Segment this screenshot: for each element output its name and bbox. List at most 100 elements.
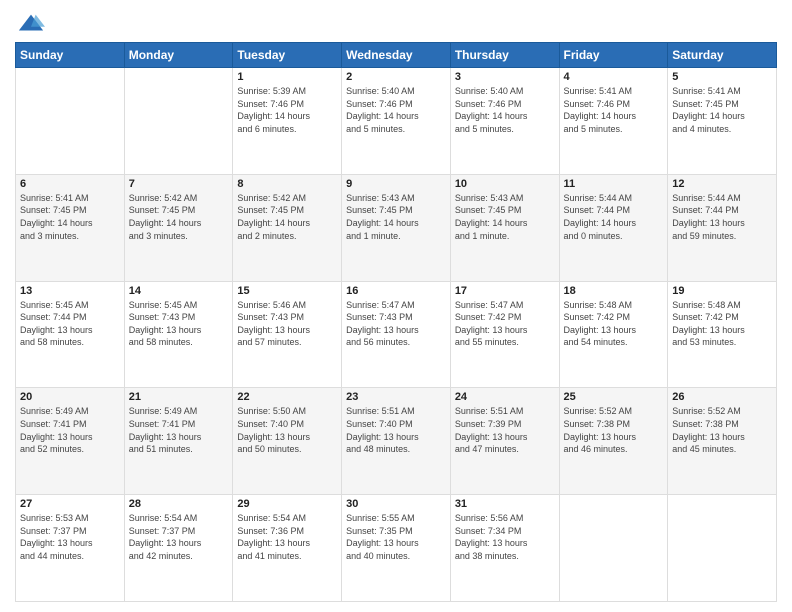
calendar-cell: 2 Sunrise: 5:40 AM Sunset: 7:46 PM Daylig… — [342, 68, 451, 175]
day-info: Sunrise: 5:52 AM Sunset: 7:38 PM Dayligh… — [564, 405, 664, 455]
day-info: Sunrise: 5:39 AM Sunset: 7:46 PM Dayligh… — [237, 85, 337, 135]
calendar-cell: 20Sunrise: 5:49 AM Sunset: 7:41 PM Dayli… — [16, 388, 125, 495]
day-info: Sunrise: 5:54 AM Sunset: 7:36 PM Dayligh… — [237, 512, 337, 562]
day-number: 1 — [237, 71, 337, 83]
day-number: 25 — [564, 391, 664, 403]
day-info: Sunrise: 5:51 AM Sunset: 7:40 PM Dayligh… — [346, 405, 446, 455]
day-number: 19 — [672, 285, 772, 297]
calendar-cell: 16 Sunrise: 5:47 AM Sunset: 7:43 PM Dayli… — [342, 281, 451, 388]
day-number: 23 — [346, 391, 446, 403]
day-number: 4 — [564, 71, 664, 83]
calendar-header-friday: Friday — [559, 43, 668, 68]
day-info: Sunrise: 5:55 AM Sunset: 7:35 PM Dayligh… — [346, 512, 446, 562]
day-number: 18 — [564, 285, 664, 297]
calendar-cell: 17 Sunrise: 5:47 AM Sunset: 7:42 PM Dayli… — [450, 281, 559, 388]
calendar-cell: 8 Sunrise: 5:42 AM Sunset: 7:45 PM Daylig… — [233, 174, 342, 281]
day-info: Sunrise: 5:41 AM Sunset: 7:46 PM Dayligh… — [564, 85, 664, 135]
day-info: Sunrise: 5:56 AM Sunset: 7:34 PM Dayligh… — [455, 512, 555, 562]
day-number: 8 — [237, 178, 337, 190]
day-info: Sunrise: 5:48 AM Sunset: 7:42 PM Dayligh… — [672, 299, 772, 349]
day-info: Sunrise: 5:48 AM Sunset: 7:42 PM Dayligh… — [564, 299, 664, 349]
day-number: 3 — [455, 71, 555, 83]
day-info: Sunrise: 5:51 AM Sunset: 7:39 PM Dayligh… — [455, 405, 555, 455]
calendar-cell: 11Sunrise: 5:44 AM Sunset: 7:44 PM Dayli… — [559, 174, 668, 281]
calendar-header-monday: Monday — [124, 43, 233, 68]
day-number: 31 — [455, 498, 555, 510]
calendar-cell: 9 Sunrise: 5:43 AM Sunset: 7:45 PM Daylig… — [342, 174, 451, 281]
day-number: 2 — [346, 71, 446, 83]
day-info: Sunrise: 5:43 AM Sunset: 7:45 PM Dayligh… — [346, 192, 446, 242]
day-info: Sunrise: 5:42 AM Sunset: 7:45 PM Dayligh… — [237, 192, 337, 242]
day-info: Sunrise: 5:40 AM Sunset: 7:46 PM Dayligh… — [455, 85, 555, 135]
calendar-cell: 18 Sunrise: 5:48 AM Sunset: 7:42 PM Dayli… — [559, 281, 668, 388]
day-number: 6 — [20, 178, 120, 190]
day-number: 16 — [346, 285, 446, 297]
day-number: 9 — [346, 178, 446, 190]
day-info: Sunrise: 5:45 AM Sunset: 7:43 PM Dayligh… — [129, 299, 229, 349]
day-number: 21 — [129, 391, 229, 403]
day-number: 30 — [346, 498, 446, 510]
calendar-cell: 23 Sunrise: 5:51 AM Sunset: 7:40 PM Dayli… — [342, 388, 451, 495]
calendar-cell: 28 Sunrise: 5:54 AM Sunset: 7:37 PM Dayli… — [124, 495, 233, 602]
day-info: Sunrise: 5:41 AM Sunset: 7:45 PM Dayligh… — [20, 192, 120, 242]
calendar-cell: 21Sunrise: 5:49 AM Sunset: 7:41 PM Dayli… — [124, 388, 233, 495]
calendar-header-saturday: Saturday — [668, 43, 777, 68]
day-number: 11 — [564, 178, 664, 190]
calendar-cell: 26 Sunrise: 5:52 AM Sunset: 7:38 PM Dayli… — [668, 388, 777, 495]
calendar-week-row: 1 Sunrise: 5:39 AM Sunset: 7:46 PM Daylig… — [16, 68, 777, 175]
calendar-cell: 30 Sunrise: 5:55 AM Sunset: 7:35 PM Dayli… — [342, 495, 451, 602]
day-info: Sunrise: 5:53 AM Sunset: 7:37 PM Dayligh… — [20, 512, 120, 562]
day-number: 7 — [129, 178, 229, 190]
page: SundayMondayTuesdayWednesdayThursdayFrid… — [0, 0, 792, 612]
calendar-cell — [124, 68, 233, 175]
day-number: 22 — [237, 391, 337, 403]
calendar-cell: 10Sunrise: 5:43 AM Sunset: 7:45 PM Dayli… — [450, 174, 559, 281]
day-info: Sunrise: 5:44 AM Sunset: 7:44 PM Dayligh… — [672, 192, 772, 242]
calendar-cell: 15Sunrise: 5:46 AM Sunset: 7:43 PM Dayli… — [233, 281, 342, 388]
calendar-cell — [16, 68, 125, 175]
calendar-cell: 1 Sunrise: 5:39 AM Sunset: 7:46 PM Daylig… — [233, 68, 342, 175]
calendar-table: SundayMondayTuesdayWednesdayThursdayFrid… — [15, 42, 777, 602]
day-info: Sunrise: 5:45 AM Sunset: 7:44 PM Dayligh… — [20, 299, 120, 349]
day-info: Sunrise: 5:42 AM Sunset: 7:45 PM Dayligh… — [129, 192, 229, 242]
calendar-cell — [559, 495, 668, 602]
calendar-cell — [668, 495, 777, 602]
calendar-cell: 24 Sunrise: 5:51 AM Sunset: 7:39 PM Dayli… — [450, 388, 559, 495]
calendar-cell: 6 Sunrise: 5:41 AM Sunset: 7:45 PM Daylig… — [16, 174, 125, 281]
calendar-header-row: SundayMondayTuesdayWednesdayThursdayFrid… — [16, 43, 777, 68]
calendar-week-row: 13 Sunrise: 5:45 AM Sunset: 7:44 PM Dayli… — [16, 281, 777, 388]
calendar-cell: 29 Sunrise: 5:54 AM Sunset: 7:36 PM Dayli… — [233, 495, 342, 602]
calendar-week-row: 27 Sunrise: 5:53 AM Sunset: 7:37 PM Dayli… — [16, 495, 777, 602]
day-info: Sunrise: 5:47 AM Sunset: 7:43 PM Dayligh… — [346, 299, 446, 349]
day-info: Sunrise: 5:50 AM Sunset: 7:40 PM Dayligh… — [237, 405, 337, 455]
day-info: Sunrise: 5:46 AM Sunset: 7:43 PM Dayligh… — [237, 299, 337, 349]
day-info: Sunrise: 5:52 AM Sunset: 7:38 PM Dayligh… — [672, 405, 772, 455]
calendar-cell: 4 Sunrise: 5:41 AM Sunset: 7:46 PM Daylig… — [559, 68, 668, 175]
day-info: Sunrise: 5:54 AM Sunset: 7:37 PM Dayligh… — [129, 512, 229, 562]
day-number: 26 — [672, 391, 772, 403]
calendar-cell: 5Sunrise: 5:41 AM Sunset: 7:45 PM Daylig… — [668, 68, 777, 175]
day-number: 24 — [455, 391, 555, 403]
calendar-cell: 27 Sunrise: 5:53 AM Sunset: 7:37 PM Dayli… — [16, 495, 125, 602]
calendar-week-row: 6 Sunrise: 5:41 AM Sunset: 7:45 PM Daylig… — [16, 174, 777, 281]
day-info: Sunrise: 5:47 AM Sunset: 7:42 PM Dayligh… — [455, 299, 555, 349]
day-info: Sunrise: 5:40 AM Sunset: 7:46 PM Dayligh… — [346, 85, 446, 135]
calendar-cell: 25 Sunrise: 5:52 AM Sunset: 7:38 PM Dayli… — [559, 388, 668, 495]
logo — [15, 10, 45, 34]
logo-icon — [17, 10, 45, 38]
calendar-header-thursday: Thursday — [450, 43, 559, 68]
calendar-cell: 22 Sunrise: 5:50 AM Sunset: 7:40 PM Dayli… — [233, 388, 342, 495]
day-info: Sunrise: 5:41 AM Sunset: 7:45 PM Dayligh… — [672, 85, 772, 135]
day-number: 29 — [237, 498, 337, 510]
day-number: 28 — [129, 498, 229, 510]
calendar-cell: 3 Sunrise: 5:40 AM Sunset: 7:46 PM Daylig… — [450, 68, 559, 175]
day-info: Sunrise: 5:49 AM Sunset: 7:41 PM Dayligh… — [20, 405, 120, 455]
day-number: 27 — [20, 498, 120, 510]
day-number: 13 — [20, 285, 120, 297]
calendar-cell: 19 Sunrise: 5:48 AM Sunset: 7:42 PM Dayli… — [668, 281, 777, 388]
day-info: Sunrise: 5:43 AM Sunset: 7:45 PM Dayligh… — [455, 192, 555, 242]
calendar-header-tuesday: Tuesday — [233, 43, 342, 68]
day-number: 14 — [129, 285, 229, 297]
day-number: 17 — [455, 285, 555, 297]
calendar-week-row: 20Sunrise: 5:49 AM Sunset: 7:41 PM Dayli… — [16, 388, 777, 495]
